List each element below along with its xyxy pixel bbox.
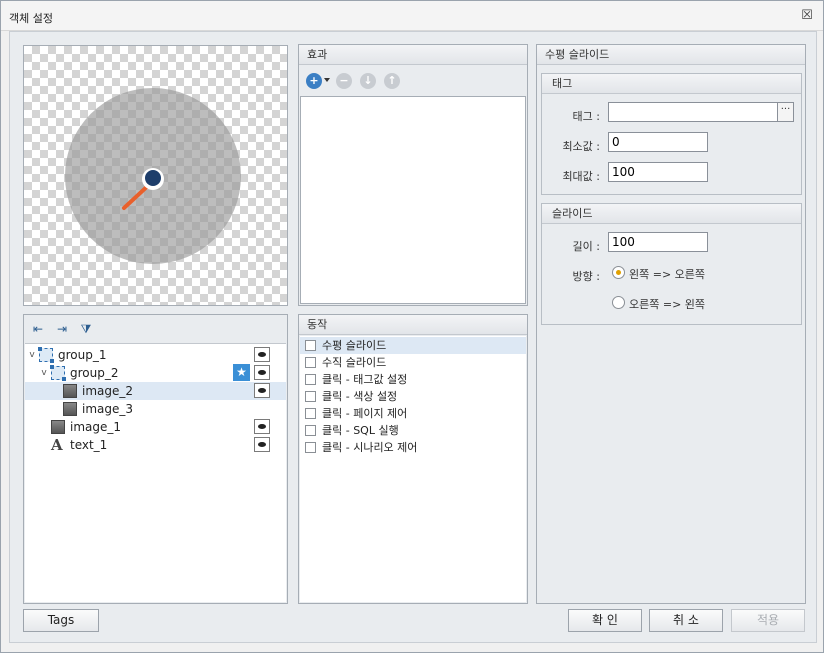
outdent-icon[interactable]: ⇤ — [30, 321, 46, 337]
remove-icon[interactable]: − — [336, 73, 352, 89]
tag-label: 태그 : — [572, 110, 600, 123]
tree-node-group-2[interactable]: v group_2 ★ — [25, 364, 286, 382]
tree-node-group-1[interactable]: v group_1 — [25, 346, 286, 364]
checkbox[interactable] — [305, 425, 316, 436]
actions-list: 수평 슬라이드 수직 슬라이드 클릭 - 태그값 설정 클릭 - 색상 설정 클… — [300, 336, 526, 602]
object-preview — [23, 45, 288, 306]
visibility-eye-icon[interactable] — [254, 347, 270, 362]
gauge-preview-graphic — [65, 88, 241, 264]
actions-panel-title: 동작 — [299, 315, 527, 335]
action-item-horizontal-slide[interactable]: 수평 슬라이드 — [300, 337, 526, 354]
tags-button[interactable]: Tags — [23, 609, 99, 632]
tag-group-title: 태그 — [542, 74, 801, 94]
text-icon: A — [51, 436, 63, 454]
tag-group: 태그 태그 : ··· 최소값 : 최대값 : — [541, 73, 802, 195]
layer-tree-panel: ⇤ ⇥ ⧩ v group_1 v group_2 ★ image_2 imag… — [23, 314, 288, 604]
tree-node-image-1[interactable]: image_1 — [25, 418, 286, 436]
chevron-down-icon[interactable]: v — [27, 346, 37, 364]
action-label: 클릭 - 시나리오 제어 — [322, 441, 418, 454]
tree-toolbar: ⇤ ⇥ ⧩ — [24, 315, 287, 343]
properties-panel-title: 수평 슬라이드 — [537, 45, 805, 65]
object-settings-dialog: 객체 설정 ☒ ⇤ ⇥ ⧩ v group_1 v group_2 ★ imag… — [0, 0, 824, 653]
action-label: 수직 슬라이드 — [322, 356, 387, 369]
radio-left-to-right[interactable] — [612, 266, 625, 279]
properties-panel: 수평 슬라이드 태그 태그 : ··· 최소값 : 최대값 : 슬라이드 길이 … — [536, 44, 806, 604]
apply-button[interactable]: 적용 — [731, 609, 805, 632]
tree-node-text-1[interactable]: A text_1 — [25, 436, 286, 454]
radio-right-to-left[interactable] — [612, 296, 625, 309]
action-label: 클릭 - 페이지 제어 — [322, 407, 408, 420]
visibility-eye-icon[interactable] — [254, 365, 270, 380]
cancel-button[interactable]: 취 소 — [649, 609, 723, 632]
tree-node-label: group_2 — [70, 366, 119, 380]
chevron-down-icon[interactable]: v — [39, 364, 49, 382]
visibility-eye-icon[interactable] — [254, 419, 270, 434]
effects-panel: 효과 + − ↓ ↑ — [298, 44, 528, 306]
min-value-label: 최소값 : — [562, 140, 600, 153]
window-title: 객체 설정 — [9, 12, 53, 25]
group-icon — [38, 347, 54, 363]
tree-node-label: image_1 — [70, 420, 122, 434]
radio-right-to-left-label[interactable]: 오른쪽 => 왼쪽 — [629, 296, 705, 312]
layer-tree: v group_1 v group_2 ★ image_2 image_3 im… — [25, 343, 286, 602]
tag-input[interactable] — [608, 102, 778, 122]
visibility-eye-icon[interactable] — [254, 383, 270, 398]
action-item-click-page-control[interactable]: 클릭 - 페이지 제어 — [300, 405, 526, 422]
move-up-icon[interactable]: ↑ — [384, 73, 400, 89]
checkbox[interactable] — [305, 442, 316, 453]
tree-node-label: image_3 — [82, 402, 134, 416]
image-icon — [51, 420, 65, 434]
effects-toolbar: + − ↓ ↑ — [299, 66, 527, 96]
length-label: 길이 : — [572, 240, 600, 253]
tree-node-image-3[interactable]: image_3 — [25, 400, 286, 418]
action-item-click-set-tag[interactable]: 클릭 - 태그값 설정 — [300, 371, 526, 388]
image-icon — [63, 384, 77, 398]
checkbox[interactable] — [305, 391, 316, 402]
close-icon[interactable]: ☒ — [799, 8, 815, 24]
tree-node-label: group_1 — [58, 348, 107, 362]
direction-label: 방향 : — [572, 270, 600, 283]
dialog-content: ⇤ ⇥ ⧩ v group_1 v group_2 ★ image_2 imag… — [9, 31, 817, 643]
slide-group-title: 슬라이드 — [542, 204, 801, 224]
min-value-input[interactable] — [608, 132, 708, 152]
action-item-click-set-color[interactable]: 클릭 - 색상 설정 — [300, 388, 526, 405]
actions-panel: 동작 수평 슬라이드 수직 슬라이드 클릭 - 태그값 설정 클릭 - 색상 설… — [298, 314, 528, 604]
action-item-click-scenario-control[interactable]: 클릭 - 시나리오 제어 — [300, 439, 526, 456]
slide-group: 슬라이드 길이 : 방향 : 왼쪽 => 오른쪽 오른쪽 => 왼쪽 — [541, 203, 802, 325]
action-label: 수평 슬라이드 — [322, 339, 387, 352]
max-value-input[interactable] — [608, 162, 708, 182]
action-label: 클릭 - SQL 실행 — [322, 424, 399, 437]
action-label: 클릭 - 태그값 설정 — [322, 373, 408, 386]
title-bar: 객체 설정 ☒ — [1, 1, 823, 31]
tag-browse-button[interactable]: ··· — [777, 102, 794, 122]
image-icon — [63, 402, 77, 416]
effects-panel-title: 효과 — [299, 45, 527, 65]
checkbox[interactable] — [305, 408, 316, 419]
dropdown-caret-icon[interactable] — [324, 78, 330, 82]
move-down-icon[interactable]: ↓ — [360, 73, 376, 89]
action-item-vertical-slide[interactable]: 수직 슬라이드 — [300, 354, 526, 371]
radio-left-to-right-label[interactable]: 왼쪽 => 오른쪽 — [629, 266, 705, 282]
gauge-knob — [145, 170, 161, 186]
checkbox[interactable] — [305, 374, 316, 385]
effects-list[interactable] — [300, 96, 526, 304]
add-icon[interactable]: + — [306, 73, 322, 89]
checkbox[interactable] — [305, 340, 316, 351]
filter-clear-icon[interactable]: ⧩ — [78, 321, 94, 337]
max-value-label: 최대값 : — [562, 170, 600, 183]
star-icon[interactable]: ★ — [233, 364, 250, 381]
group-icon — [50, 365, 66, 381]
checkbox[interactable] — [305, 357, 316, 368]
tree-node-image-2[interactable]: image_2 — [25, 382, 286, 400]
visibility-eye-icon[interactable] — [254, 437, 270, 452]
indent-icon[interactable]: ⇥ — [54, 321, 70, 337]
tree-node-label: image_2 — [82, 384, 134, 398]
ok-button[interactable]: 확 인 — [568, 609, 642, 632]
length-input[interactable] — [608, 232, 708, 252]
action-label: 클릭 - 색상 설정 — [322, 390, 398, 403]
action-item-click-run-sql[interactable]: 클릭 - SQL 실행 — [300, 422, 526, 439]
tree-node-label: text_1 — [70, 438, 108, 452]
